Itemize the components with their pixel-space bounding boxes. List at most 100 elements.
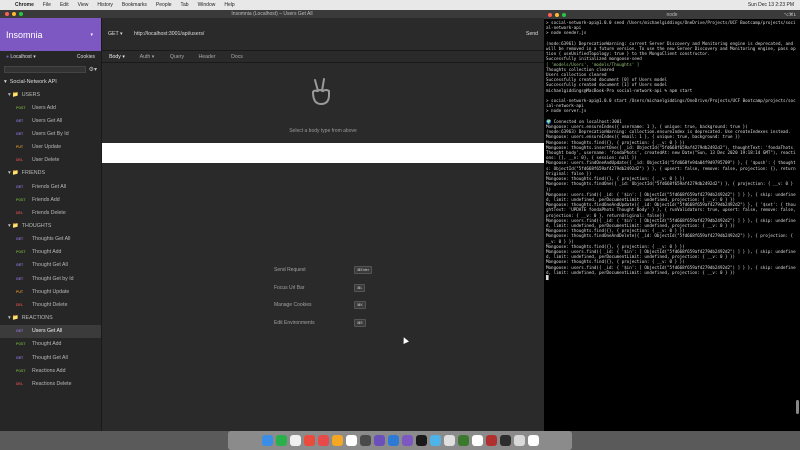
request-item[interactable]: GET Users Get All	[0, 114, 101, 127]
dock-app-icon[interactable]	[303, 435, 315, 446]
menu-tab[interactable]: Tab	[181, 2, 189, 8]
shortcut-label: Send Request	[274, 267, 306, 273]
request-item[interactable]: GET Users Get By Id	[0, 127, 101, 140]
request-item[interactable]: DEL Thought Delete	[0, 298, 101, 311]
request-tree: ▾ Social-Network API ▾ 📁 USERS POST Users A…	[0, 75, 101, 391]
tab-header[interactable]: Header	[192, 51, 222, 62]
request-item[interactable]: GET Friends Get All	[0, 180, 101, 193]
dock-app-icon[interactable]	[457, 435, 469, 446]
request-item[interactable]: PUT User Update	[0, 141, 101, 154]
request-item[interactable]: POST Thought Add	[0, 338, 101, 351]
request-pane: GET ▾ http://localhost:3001/api/users/ S…	[102, 18, 544, 431]
environment-selector[interactable]: ● Localhost ▾	[6, 54, 36, 60]
dock-app-icon[interactable]	[275, 435, 287, 446]
dock-app-icon[interactable]	[289, 435, 301, 446]
request-item[interactable]: POST Thought Add	[0, 246, 101, 259]
menu-edit[interactable]: Edit	[60, 2, 69, 8]
filter-row: ⚙▾	[0, 63, 101, 75]
menu-help[interactable]: Help	[224, 2, 234, 8]
request-label: Users Get All	[32, 117, 63, 124]
shortcut-label: Edit Environments	[274, 320, 315, 326]
menu-people[interactable]: People	[156, 2, 172, 8]
folder-reactions[interactable]: ▾ 📁 REACTIONS	[0, 312, 101, 325]
folder-users[interactable]: ▾ 📁 USERS	[0, 88, 101, 101]
folder-thoughts[interactable]: ▾ 📁 THOUGHTS	[0, 220, 101, 233]
terminal-output[interactable]: > social-network-api@1.0.0 seed /Users/m…	[544, 19, 800, 281]
folder-friends[interactable]: ▾ 📁 FRIENDS	[0, 167, 101, 180]
url-input[interactable]: http://localhost:3001/api/users/	[134, 31, 520, 37]
request-item[interactable]: GET Users Get All	[0, 324, 101, 338]
menu-app-name[interactable]: Chrome	[15, 2, 34, 8]
request-label: Thought Add	[32, 341, 62, 348]
dock-app-icon[interactable]	[387, 435, 399, 446]
folder-label: FRIENDS	[21, 170, 45, 177]
request-item[interactable]: GET Thoughts Get All	[0, 233, 101, 246]
dock-app-icon[interactable]	[471, 435, 483, 446]
dock-app-icon[interactable]	[373, 435, 385, 446]
dock-app-icon[interactable]	[499, 435, 511, 446]
request-label: Thought Get All	[32, 262, 68, 269]
macos-dock	[228, 431, 572, 450]
dock-app-icon[interactable]	[429, 435, 441, 446]
cookies-button[interactable]: Cookies	[77, 54, 95, 60]
dock-app-icon[interactable]	[401, 435, 413, 446]
request-method-badge: DEL	[16, 210, 23, 215]
request-item[interactable]: DEL User Delete	[0, 154, 101, 167]
terminal-line: Mongoose: users.findOneAndUpdate({ _id: …	[546, 160, 796, 176]
menu-file[interactable]: File	[43, 2, 51, 8]
request-method-badge: DEL	[16, 158, 23, 163]
insomnia-window-title: Insomnia (Localhost) – Users Get All	[231, 11, 313, 17]
shortcut-manage-cookies: Manage Cookies ⌘K	[274, 300, 374, 310]
request-item[interactable]: GET Thought Get All	[0, 259, 101, 272]
tab-docs[interactable]: Docs	[222, 51, 252, 62]
request-method-badge: POST	[16, 342, 26, 347]
request-method-badge: PUT	[16, 145, 23, 150]
request-method-badge: DEL	[16, 303, 23, 308]
menu-bookmarks[interactable]: Bookmarks	[122, 2, 147, 8]
request-item[interactable]: POST Friends Add	[0, 193, 101, 206]
shortcut-label: Manage Cookies	[274, 302, 312, 308]
dock-app-icon[interactable]	[527, 435, 539, 446]
request-item[interactable]: POST Reactions Add	[0, 364, 101, 377]
request-label: Users Get All	[32, 328, 63, 335]
request-item[interactable]: GET Thought Get All	[0, 351, 101, 364]
menubar-clock[interactable]: Sun Dec 13 2:23 PM	[748, 2, 794, 8]
dock-app-icon[interactable]	[317, 435, 329, 446]
terminal-line: Mongoose: users.find({ _id: { '$in': [ O…	[546, 248, 796, 260]
collection-name: Social-Network API	[9, 78, 57, 85]
dock-app-icon[interactable]	[345, 435, 357, 446]
request-item[interactable]: PUT Thought Update	[0, 285, 101, 298]
dock-app-icon[interactable]	[415, 435, 427, 446]
method-selector[interactable]: GET ▾	[108, 31, 128, 37]
request-method-badge: POST	[16, 197, 26, 202]
request-label: Reactions Delete	[32, 380, 72, 387]
filter-input[interactable]	[4, 65, 86, 73]
dock-app-icon[interactable]	[485, 435, 497, 446]
collection-root[interactable]: ▾ Social-Network API	[0, 75, 101, 88]
dock-app-icon[interactable]	[443, 435, 455, 446]
send-button[interactable]: Send	[526, 31, 538, 37]
request-item[interactable]: DEL Reactions Delete	[0, 377, 101, 390]
terminal-scrollbar[interactable]	[796, 400, 799, 414]
dock-app-icon[interactable]	[359, 435, 371, 446]
request-method-badge: DEL	[16, 381, 23, 386]
tab-auth[interactable]: Auth ▾	[132, 51, 162, 62]
dock-app-icon[interactable]	[513, 435, 525, 446]
shortcut-key: ⌘L	[354, 284, 366, 292]
menu-window[interactable]: Window	[198, 2, 216, 8]
folder-label: USERS	[21, 91, 40, 98]
menu-view[interactable]: View	[78, 2, 89, 8]
folder-label: REACTIONS	[21, 315, 53, 322]
request-item[interactable]: GET Thought Get by Id	[0, 272, 101, 285]
workspace-brand[interactable]: Insomnia ▾	[0, 18, 101, 51]
dock-app-icon[interactable]	[261, 435, 273, 446]
request-method-badge: PUT	[16, 289, 23, 294]
dock-app-icon[interactable]	[331, 435, 343, 446]
request-item[interactable]: POST Users Add	[0, 101, 101, 114]
menu-history[interactable]: History	[97, 2, 113, 8]
add-gear-icon[interactable]: ⚙▾	[89, 66, 97, 73]
request-item[interactable]: DEL Friends Delete	[0, 206, 101, 219]
body-type-hint: Select a body type from above	[289, 128, 357, 134]
tab-body[interactable]: Body ▾	[102, 51, 132, 62]
tab-query[interactable]: Query	[162, 51, 192, 62]
